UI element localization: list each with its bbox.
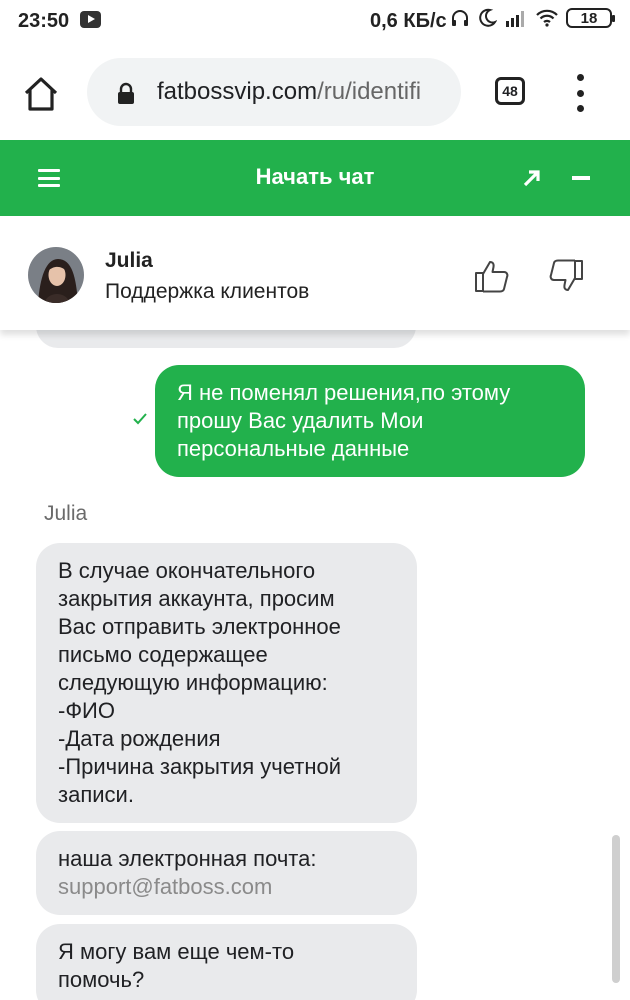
- status-time: 23:50: [18, 10, 70, 32]
- message-line: наша электронная почта:: [58, 846, 317, 871]
- agent-message-bubble: В случае окончательного закрытия аккаунт…: [36, 543, 417, 823]
- message-line: персональные данные: [177, 436, 410, 461]
- message-line: записи.: [58, 782, 134, 807]
- url-text[interactable]: fatbossvip.com/ru/identifi: [157, 78, 457, 106]
- signal-icon: [506, 11, 524, 27]
- thumbs-up-icon[interactable]: [474, 258, 510, 294]
- scrollbar[interactable]: [612, 835, 620, 983]
- network-speed: 0,6 КБ/с: [370, 10, 447, 32]
- chat-header: Начать чат: [0, 140, 630, 216]
- agent-card: Julia Поддержка клиентов: [0, 216, 630, 330]
- moon-icon: [479, 8, 497, 27]
- minimize-icon[interactable]: [572, 176, 590, 180]
- message-line: прошу Вас удалить Мои: [177, 408, 424, 433]
- avatar: [28, 247, 84, 303]
- message-line: Я могу вам еще чем-то: [58, 939, 295, 964]
- message-line: -Дата рождения: [58, 726, 221, 751]
- message-line: Я не поменял решения,по этому: [177, 380, 511, 405]
- battery-icon: 18: [566, 8, 615, 28]
- home-button[interactable]: [22, 75, 60, 113]
- message-line: В случае окончательного: [58, 558, 316, 583]
- status-bar: 23:50 0,6 КБ/с 18: [0, 0, 630, 42]
- status-icons: 18: [450, 8, 615, 28]
- chat-messages: Я не поменял решения,по этому прошу Вас …: [0, 330, 630, 1000]
- message-line: -ФИО: [58, 698, 115, 723]
- message-line: письмо содержащее: [58, 642, 268, 667]
- youtube-notification-icon: [80, 11, 101, 28]
- browser-menu-button[interactable]: [572, 74, 588, 112]
- tab-switcher-button[interactable]: 48: [495, 77, 525, 105]
- agent-message-bubble: Я могу вам еще чем-то помочь?: [36, 924, 417, 1000]
- thumbs-down-icon[interactable]: [548, 258, 584, 294]
- agent-role: Поддержка клиентов: [105, 280, 310, 303]
- headphones-icon: [452, 10, 468, 26]
- tab-count: 48: [502, 83, 518, 99]
- sender-name: Julia: [44, 502, 88, 525]
- message-line: помочь?: [58, 967, 145, 992]
- battery-level: 18: [580, 9, 598, 27]
- wifi-icon: [536, 9, 558, 27]
- message-line: Вас отправить электронное: [58, 614, 341, 639]
- message-line: следующую информацию:: [58, 670, 328, 695]
- message-line: -Причина закрытия учетной: [58, 754, 342, 779]
- support-email-link[interactable]: support@fatboss.com: [58, 873, 395, 901]
- agent-message-bubble: наша электронная почта: support@fatboss.…: [36, 831, 417, 915]
- previous-message-bubble: [36, 330, 416, 348]
- message-line: закрытия аккаунта, просим: [58, 586, 335, 611]
- browser-toolbar: fatbossvip.com/ru/identifi 48: [0, 42, 630, 140]
- address-bar[interactable]: fatbossvip.com/ru/identifi: [87, 58, 461, 126]
- read-check-icon: [133, 413, 147, 425]
- user-message-bubble: Я не поменял решения,по этому прошу Вас …: [155, 365, 585, 477]
- agent-name: Julia: [105, 249, 153, 272]
- lock-icon: [118, 82, 134, 104]
- expand-icon[interactable]: [520, 166, 544, 190]
